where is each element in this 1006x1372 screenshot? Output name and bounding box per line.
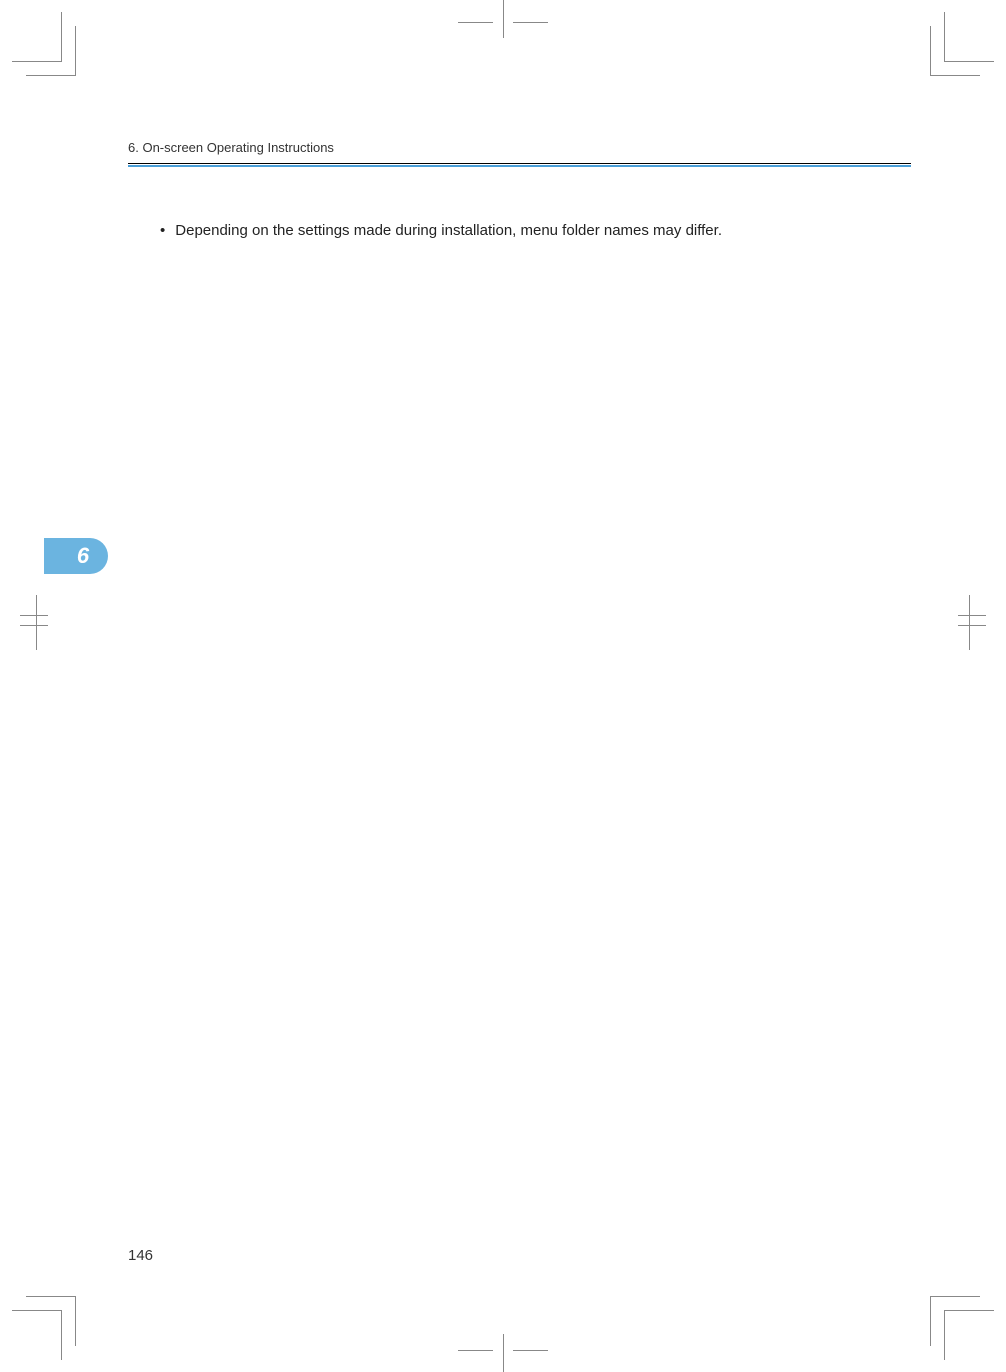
- page-number: 146: [128, 1247, 153, 1264]
- body-paragraph: • Depending on the settings made during …: [128, 222, 911, 239]
- header-divider: [128, 165, 911, 167]
- crop-mark-tl-inner: [26, 26, 76, 76]
- chapter-number: 6: [77, 543, 89, 569]
- crop-mark-top-center-vertical: [503, 0, 504, 38]
- crop-mark-tr-inner: [930, 26, 980, 76]
- crop-mark-br-inner: [930, 1296, 980, 1346]
- body-text: Depending on the settings made during in…: [175, 222, 722, 239]
- bullet-icon: •: [160, 222, 165, 239]
- chapter-tab: 6: [44, 538, 108, 574]
- crop-mark-bottom-center-vertical: [503, 1334, 504, 1372]
- page-content: 6. On-screen Operating Instructions • De…: [128, 140, 911, 1262]
- crop-mark-bl-inner: [26, 1296, 76, 1346]
- crop-mark-left-center-vertical: [36, 595, 37, 650]
- crop-mark-right-center-vertical: [969, 595, 970, 650]
- running-header: 6. On-screen Operating Instructions: [128, 140, 911, 164]
